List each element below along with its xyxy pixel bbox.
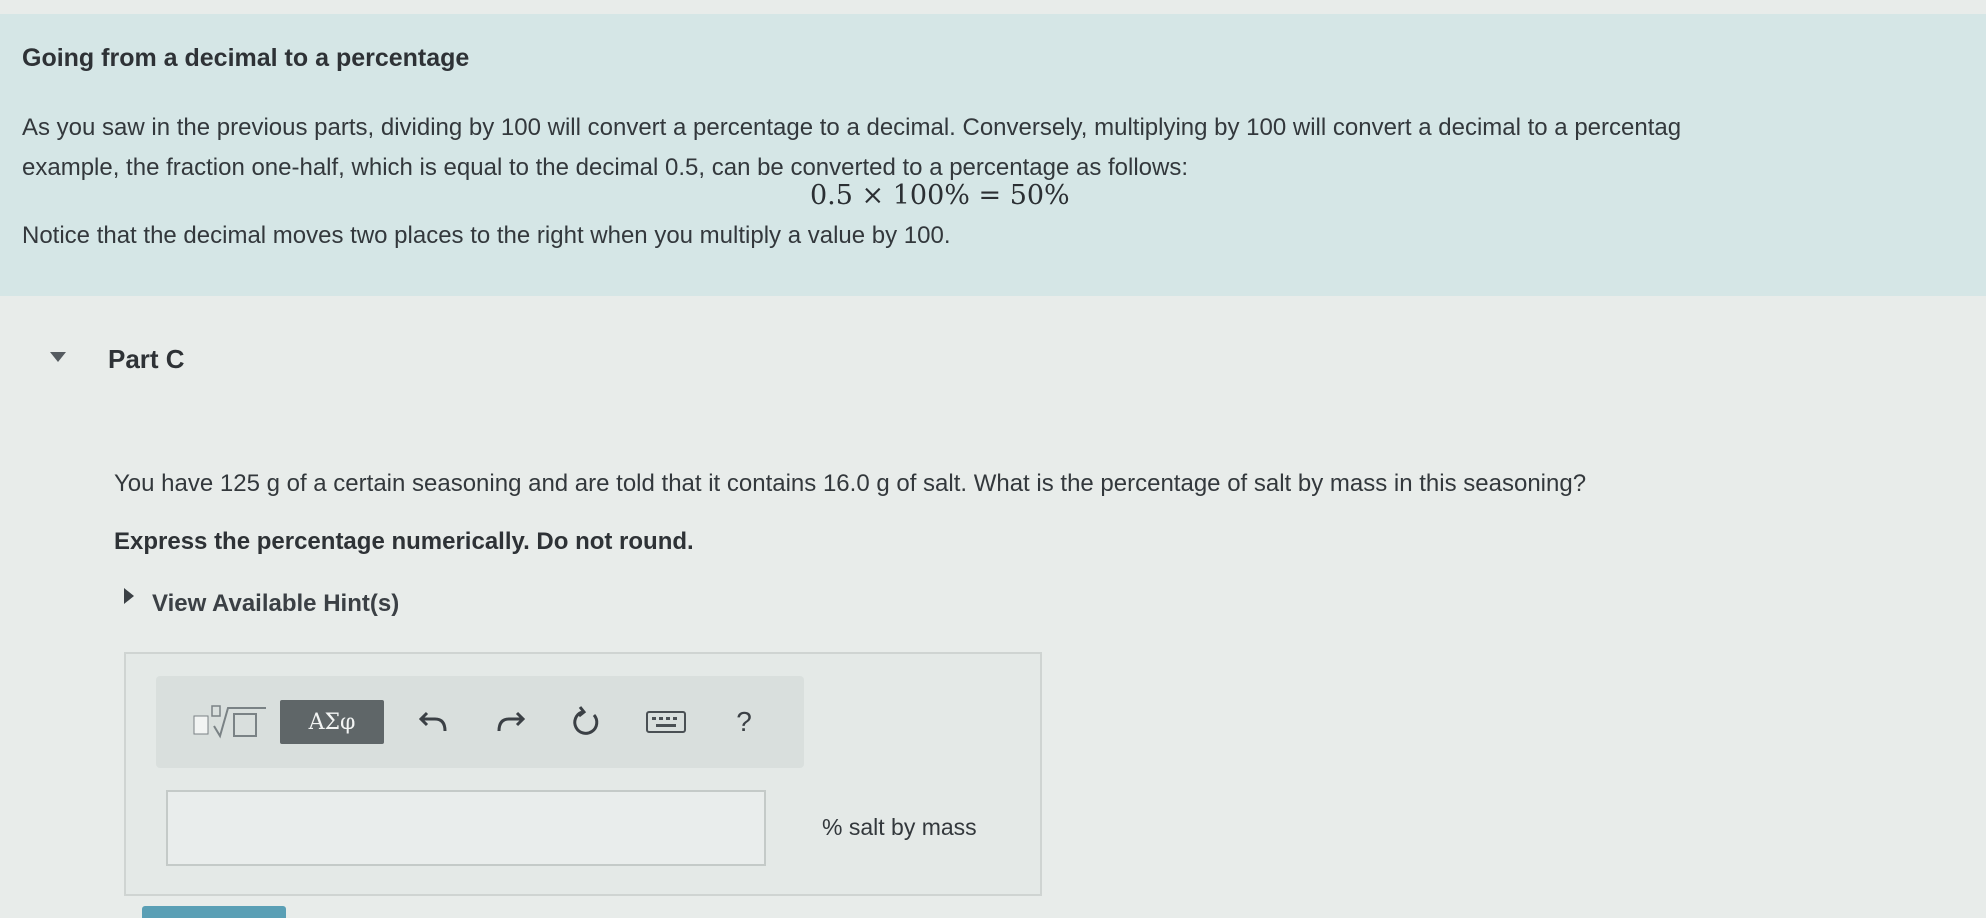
templates-button[interactable] [182, 700, 278, 744]
redo-button[interactable] [490, 700, 530, 744]
templates-icon [193, 705, 266, 739]
intro-paragraph: As you saw in the previous parts, dividi… [22, 108, 1982, 188]
keyboard-icon [646, 711, 686, 733]
reset-button[interactable] [566, 700, 606, 744]
instruction-text: Express the percentage numerically. Do n… [114, 528, 694, 555]
submit-button[interactable] [142, 906, 286, 918]
intro-title: Going from a decimal to a percentage [22, 44, 470, 72]
greek-symbols-button[interactable]: ΑΣφ [280, 700, 384, 744]
reset-icon [573, 706, 599, 735]
question-text: You have 125 g of a certain seasoning an… [114, 470, 1587, 497]
help-icon: ? [736, 706, 752, 737]
keyboard-button[interactable] [644, 700, 688, 744]
answer-panel: ΑΣφ ? % salt by mass [124, 652, 1042, 896]
answer-units-label: % salt by mass [822, 814, 977, 840]
part-collapse-toggle-icon[interactable] [50, 352, 66, 362]
undo-icon [419, 711, 447, 732]
part-title[interactable]: Part C [108, 344, 185, 375]
intro-paragraph-line1: As you saw in the previous parts, dividi… [22, 114, 1682, 141]
intro-note: Notice that the decimal moves two places… [22, 222, 951, 249]
help-button[interactable]: ? [726, 700, 762, 744]
view-hints-link[interactable]: View Available Hint(s) [152, 590, 399, 618]
hint-expand-icon[interactable] [124, 588, 134, 604]
redo-icon [497, 711, 525, 732]
answer-input[interactable] [166, 790, 766, 866]
undo-button[interactable] [414, 700, 454, 744]
intro-equation: 0.5 × 100% = 50% [810, 180, 1070, 211]
math-toolbar: ΑΣφ ? [156, 676, 804, 768]
